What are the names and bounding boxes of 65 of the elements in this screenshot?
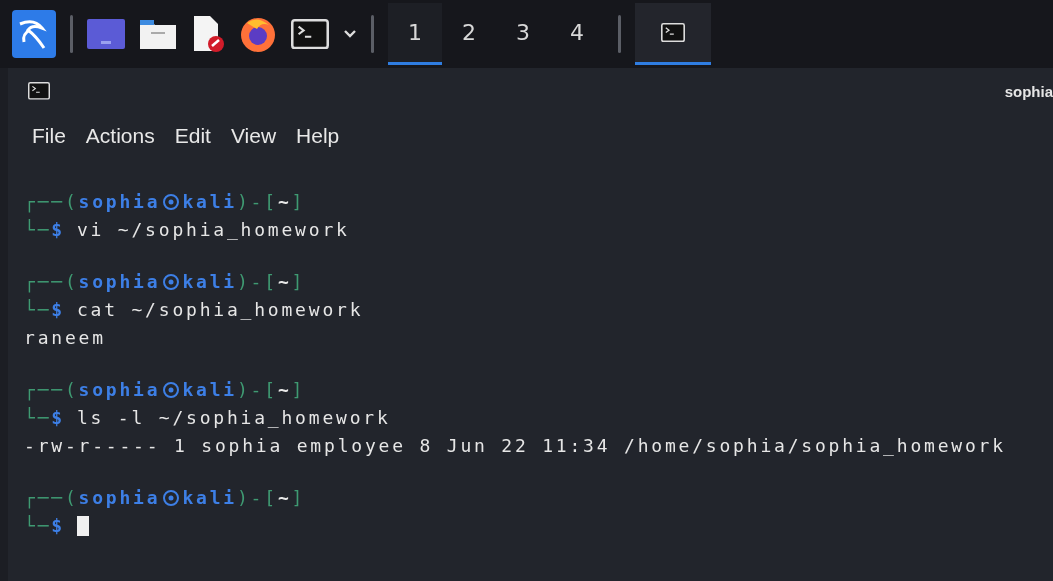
prompt-host: kali bbox=[182, 378, 237, 402]
prompt-path: ~ bbox=[277, 486, 292, 510]
launcher-button[interactable] bbox=[291, 18, 329, 50]
prompt-host: kali bbox=[182, 270, 237, 294]
launcher-button[interactable] bbox=[191, 15, 225, 53]
desktop-icon bbox=[87, 19, 125, 49]
window-title: sophia bbox=[1004, 82, 1053, 100]
workspace-button[interactable]: 2 bbox=[442, 3, 496, 65]
prompt-frame: ] bbox=[291, 268, 306, 296]
menu-item[interactable]: View bbox=[230, 124, 277, 148]
workspace-button[interactable]: 4 bbox=[550, 3, 604, 65]
prompt-frame: ] bbox=[291, 484, 306, 512]
prompt-frame: ] bbox=[291, 188, 306, 216]
workspace-button[interactable]: 3 bbox=[496, 3, 550, 65]
terminal-icon bbox=[661, 22, 685, 43]
menu-item[interactable]: File bbox=[32, 124, 66, 148]
output-text: -rw-r----- 1 sophia employee 8 Jun 22 11:34 /home/sophia/sophia_homework bbox=[24, 435, 1006, 456]
prompt-frame: )-[ bbox=[236, 484, 278, 512]
prompt-host: kali bbox=[182, 486, 237, 510]
prompt-user: sophia bbox=[78, 378, 161, 402]
prompt-path: ~ bbox=[277, 190, 292, 214]
prompt-frame: ┌──( bbox=[24, 484, 79, 512]
prompt-frame: ┌──( bbox=[24, 188, 79, 216]
prompt-frame: ┌──( bbox=[24, 376, 79, 404]
task-button[interactable] bbox=[635, 3, 711, 65]
prompt-corner: └─ bbox=[24, 298, 52, 322]
command-text: vi ~/sophia_homework bbox=[76, 218, 350, 242]
browser-icon bbox=[239, 15, 277, 53]
command-text: cat ~/sophia_homework bbox=[76, 298, 364, 322]
dropdown-button[interactable] bbox=[343, 29, 357, 39]
launcher-button[interactable] bbox=[139, 18, 177, 50]
prompt-frame: ] bbox=[291, 376, 306, 404]
prompt-frame: ┌──( bbox=[24, 268, 79, 296]
prompt-frame: )-[ bbox=[236, 376, 278, 404]
prompt-user: sophia bbox=[78, 190, 161, 214]
circled-at-icon bbox=[163, 274, 180, 290]
circled-at-icon bbox=[163, 194, 180, 210]
circled-at-icon bbox=[163, 382, 180, 398]
folder-icon bbox=[139, 18, 177, 50]
circled-at-icon bbox=[163, 490, 180, 506]
workspace-button[interactable]: 1 bbox=[388, 3, 442, 65]
prompt-dollar: $ bbox=[51, 406, 65, 430]
launcher-button[interactable] bbox=[239, 15, 277, 53]
prompt-frame: )-[ bbox=[236, 268, 278, 296]
prompt-dollar: $ bbox=[51, 298, 65, 322]
prompt-corner: └─ bbox=[24, 406, 52, 430]
prompt-user: sophia bbox=[78, 270, 161, 294]
document-icon bbox=[191, 15, 225, 53]
prompt-corner: └─ bbox=[24, 514, 52, 538]
output-text: raneem bbox=[24, 327, 106, 348]
terminal-icon bbox=[291, 18, 329, 50]
prompt-frame: )-[ bbox=[236, 188, 278, 216]
command-text: ls -l ~/sophia_homework bbox=[76, 406, 391, 430]
chevron-down-icon bbox=[343, 29, 357, 39]
prompt-dollar: $ bbox=[51, 514, 65, 538]
menu-item[interactable]: Edit bbox=[174, 124, 211, 148]
menu-item[interactable]: Actions bbox=[85, 124, 155, 148]
prompt-corner: └─ bbox=[24, 218, 52, 242]
prompt-dollar: $ bbox=[51, 218, 65, 242]
prompt-user: sophia bbox=[78, 486, 161, 510]
prompt-path: ~ bbox=[277, 378, 292, 402]
menu-item[interactable]: Help bbox=[296, 124, 340, 148]
prompt-host: kali bbox=[182, 190, 237, 214]
prompt-path: ~ bbox=[277, 270, 292, 294]
terminal-icon bbox=[28, 82, 50, 100]
